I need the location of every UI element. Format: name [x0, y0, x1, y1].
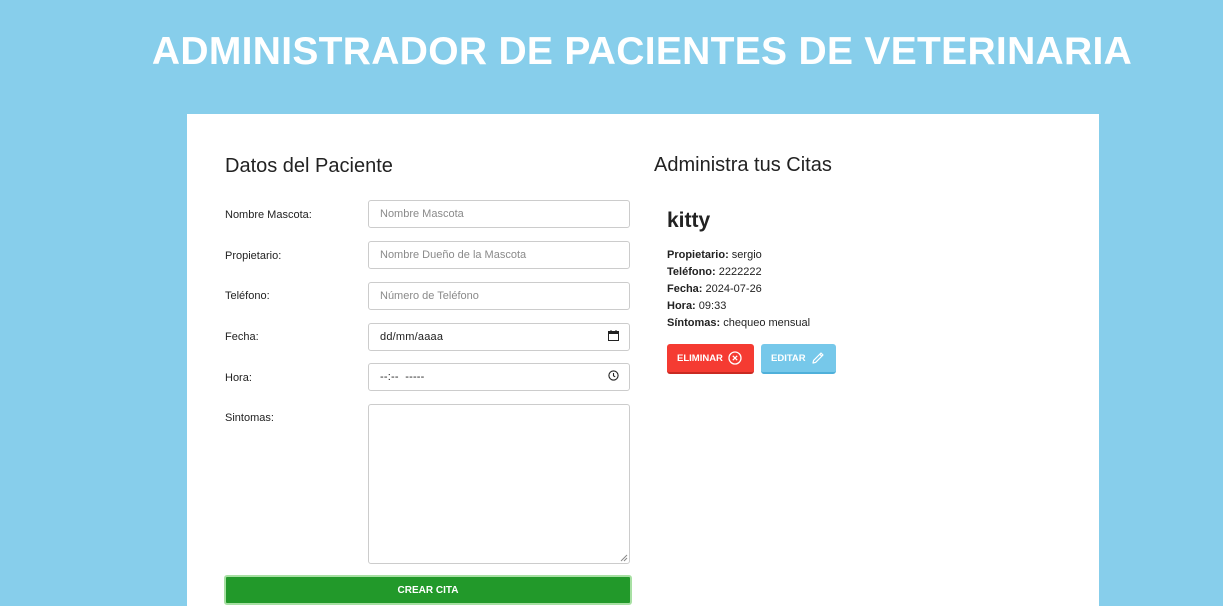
appointment-pet-name: kitty	[667, 209, 711, 232]
pencil-icon	[812, 352, 824, 364]
pet-name-label: Nombre Mascota:	[225, 209, 312, 221]
appointments-title: Administra tus Citas	[654, 154, 832, 176]
appointment-owner: Propietario: sergio	[667, 249, 762, 261]
time-label: Hora:	[225, 372, 252, 384]
appointment-phone: Teléfono: 2222222	[667, 266, 762, 278]
symptoms-textarea[interactable]	[368, 404, 630, 564]
phone-input[interactable]	[368, 282, 630, 310]
symptoms-label: Sintomas:	[225, 412, 274, 424]
owner-input[interactable]	[368, 241, 630, 269]
date-label: Fecha:	[225, 331, 259, 343]
appointment-date: Fecha: 2024-07-26	[667, 283, 762, 295]
appointment-time: Hora: 09:33	[667, 300, 727, 312]
delete-button-label: ELIMINAR	[677, 352, 723, 364]
delete-appointment-button[interactable]: ELIMINAR	[667, 344, 754, 374]
date-input-value: dd/mm/aaaa	[380, 331, 444, 343]
create-appointment-button[interactable]: CREAR CITA	[224, 575, 632, 605]
time-input[interactable]: --:-- -----	[368, 363, 630, 391]
resize-grip-icon[interactable]	[619, 553, 628, 562]
form-title: Datos del Paciente	[225, 155, 393, 177]
appointment-card: kitty Propietario: sergio Teléfono: 2222…	[667, 209, 967, 332]
calendar-icon[interactable]	[608, 330, 619, 344]
appointment-symptoms: Síntomas: chequeo mensual	[667, 317, 811, 329]
phone-label: Teléfono:	[225, 290, 270, 302]
date-input[interactable]: dd/mm/aaaa	[368, 323, 630, 351]
close-circle-icon	[728, 351, 742, 365]
owner-label: Propietario:	[225, 250, 282, 262]
app-title: ADMINISTRADOR DE PACIENTES DE VETERINARI…	[151, 30, 1133, 73]
clock-icon[interactable]	[608, 370, 619, 384]
time-input-value: --:-- -----	[380, 371, 425, 383]
main-card: Datos del Paciente Administra tus Citas …	[187, 114, 1099, 606]
pet-name-input[interactable]	[368, 200, 630, 228]
edit-button-label: EDITAR	[771, 352, 806, 364]
edit-appointment-button[interactable]: EDITAR	[761, 344, 836, 374]
